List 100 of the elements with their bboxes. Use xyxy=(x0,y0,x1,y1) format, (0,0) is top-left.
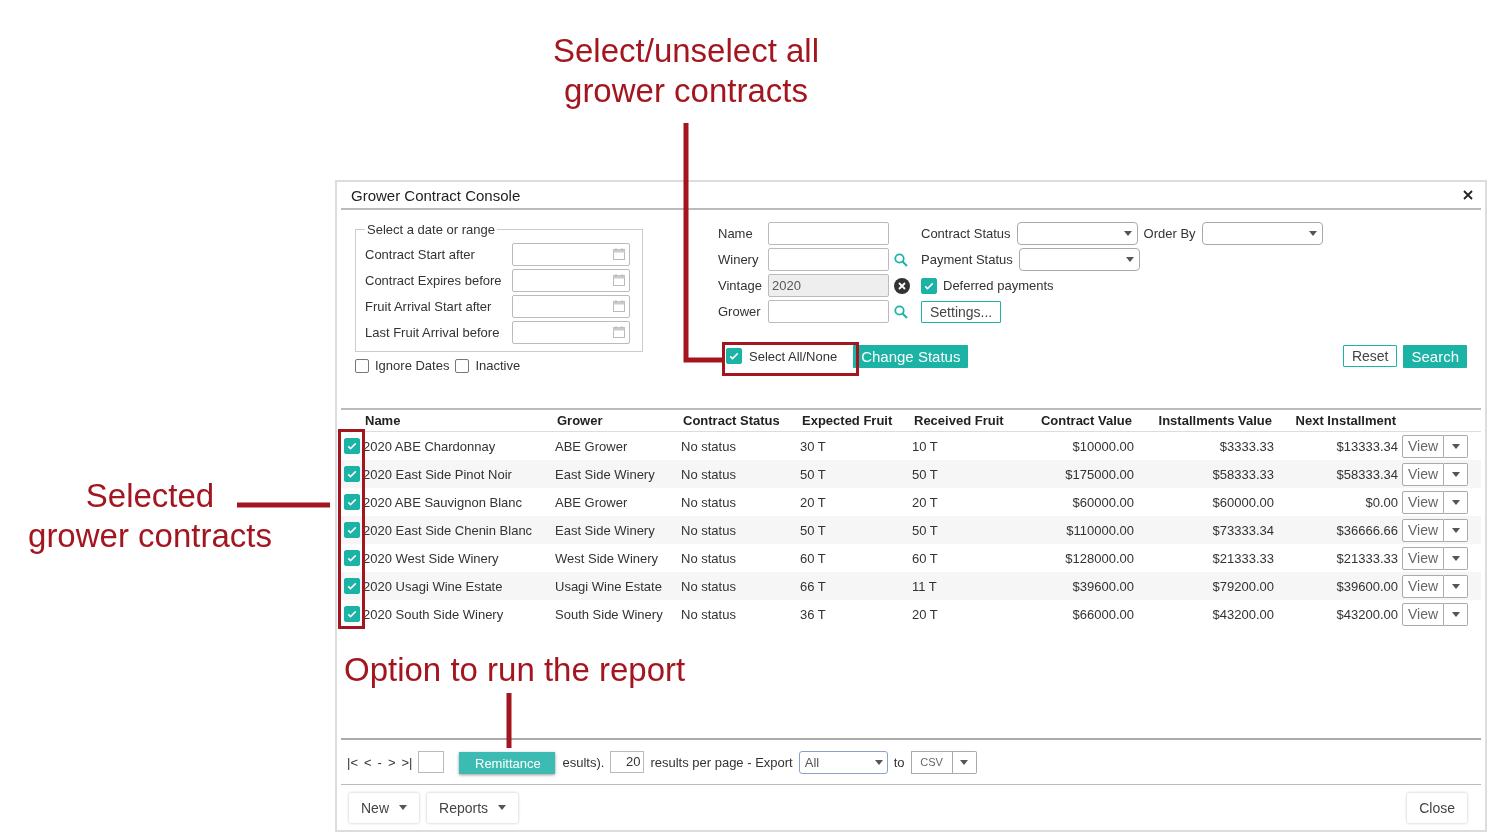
row-checkbox[interactable] xyxy=(344,606,360,622)
table-cell-text: No status xyxy=(681,606,737,622)
table-cell-text: No status xyxy=(681,522,737,538)
column-header: Contract Value xyxy=(1039,413,1133,428)
dropdown-button[interactable] xyxy=(1444,434,1469,458)
row-checkbox[interactable] xyxy=(344,438,360,454)
dropdown-button[interactable] xyxy=(1444,602,1469,626)
select-all-checkbox[interactable] xyxy=(726,348,742,364)
table-cell-text: 2020 West Side Winery xyxy=(363,550,500,566)
close-icon[interactable] xyxy=(1463,190,1473,200)
close-button[interactable]: Close xyxy=(1407,792,1467,823)
table-cell-text: $73333.34 xyxy=(1211,522,1275,538)
pager-control[interactable]: < xyxy=(363,754,372,770)
table-cell-text: 2020 South Side Winery xyxy=(363,606,505,622)
dropdown[interactable] xyxy=(1018,248,1140,271)
column-header: Expected Fruit xyxy=(801,413,894,428)
date-field[interactable] xyxy=(512,242,630,266)
text-field[interactable]: 2020 xyxy=(768,274,889,297)
date-field[interactable] xyxy=(512,320,630,344)
table-cell-text: $21333.33 xyxy=(1335,550,1399,566)
pager-control[interactable]: >| xyxy=(401,754,413,770)
row-checkbox[interactable] xyxy=(344,578,360,594)
view-button[interactable]: View xyxy=(1402,574,1445,598)
field-label: Winery xyxy=(718,252,760,267)
callout-text: Option to run the report xyxy=(344,650,686,690)
table-cell-text: $21333.33 xyxy=(1211,550,1275,566)
checkbox[interactable] xyxy=(921,277,937,294)
calendar-icon xyxy=(613,326,625,338)
column-header: Contract Status xyxy=(682,413,781,428)
table-cell-text: $43200.00 xyxy=(1211,606,1275,622)
view-button[interactable]: View xyxy=(1402,602,1445,626)
date-field[interactable] xyxy=(512,294,630,318)
checkbox[interactable] xyxy=(355,358,369,373)
search-icon[interactable] xyxy=(894,304,908,319)
caret-icon xyxy=(1123,231,1132,236)
check-icon xyxy=(346,524,358,536)
dropdown-button[interactable] xyxy=(1444,518,1469,542)
format-dropdown[interactable]: CSV xyxy=(910,750,953,774)
page-field[interactable] xyxy=(418,751,445,773)
table-cell-text: 60 T xyxy=(912,550,939,566)
view-button[interactable]: View xyxy=(1402,462,1445,486)
search-icon[interactable] xyxy=(894,252,908,267)
row-checkbox[interactable] xyxy=(344,466,360,482)
table-cell-text: 50 T xyxy=(912,466,939,482)
field-label: Fruit Arrival Start after xyxy=(365,298,493,314)
table-cell-text: ABE Grower xyxy=(555,494,629,510)
table-cell-text: $66000.00 xyxy=(1071,606,1135,622)
dropdown-button[interactable] xyxy=(1444,546,1469,570)
table-cell-text: 20 T xyxy=(912,606,939,622)
row-checkbox[interactable] xyxy=(344,522,360,538)
caret-icon xyxy=(1451,527,1460,533)
view-button[interactable]: View xyxy=(1402,490,1445,514)
dropdown-button[interactable] xyxy=(952,750,977,774)
dropdown[interactable] xyxy=(1016,222,1138,245)
table-cell-text: $39600.00 xyxy=(1071,578,1135,594)
calendar-icon xyxy=(613,300,625,312)
export-dropdown[interactable]: All xyxy=(798,750,888,774)
per-page-field[interactable]: 20 xyxy=(610,751,645,773)
text-field[interactable] xyxy=(768,300,889,323)
clear-icon[interactable] xyxy=(894,277,910,294)
table-cell-text: South Side Winery xyxy=(555,606,664,622)
table-cell-text: 11 T xyxy=(912,578,938,594)
dropdown-button[interactable] xyxy=(1444,490,1469,514)
dropdown-button[interactable] xyxy=(1444,574,1469,598)
settings-button[interactable]: Settings... xyxy=(921,300,1002,323)
checkbox[interactable] xyxy=(455,358,470,373)
table-cell-text: 20 T xyxy=(912,494,939,510)
checkbox-label: Deferred payments xyxy=(943,278,1054,293)
view-button[interactable]: View xyxy=(1402,546,1445,570)
table-cell-text: 30 T xyxy=(800,438,827,454)
check-icon xyxy=(346,580,358,592)
table-cell-text: No status xyxy=(681,466,737,482)
menu-button[interactable]: Reports xyxy=(427,792,519,823)
table-cell-text: $175000.00 xyxy=(1064,466,1135,482)
pager-control[interactable]: > xyxy=(387,754,396,770)
pager-control[interactable]: - xyxy=(377,754,382,770)
column-header: Next Installment xyxy=(1294,413,1397,428)
window-title: Grower Contract Console xyxy=(351,186,521,204)
caret-icon xyxy=(874,759,883,765)
reset-button[interactable]: Reset xyxy=(1342,345,1398,367)
menu-button[interactable]: New xyxy=(349,792,419,823)
caret-icon xyxy=(960,759,969,765)
date-field[interactable] xyxy=(512,268,630,292)
checkbox-label: Select All/None xyxy=(749,348,838,364)
to-text: to xyxy=(893,754,905,770)
view-button[interactable]: View xyxy=(1402,434,1445,458)
caret-icon xyxy=(1451,583,1460,589)
pager-control[interactable]: |< xyxy=(347,754,358,770)
per-page-text: results per page - Export xyxy=(650,754,793,770)
view-button[interactable]: View xyxy=(1402,518,1445,542)
dropdown[interactable] xyxy=(1201,222,1323,245)
text-field[interactable] xyxy=(768,248,889,271)
table-cell-text: 2020 East Side Pinot Noir xyxy=(363,466,513,482)
text-field[interactable] xyxy=(768,222,889,245)
row-checkbox[interactable] xyxy=(344,494,360,510)
table-cell-text: No status xyxy=(681,438,737,454)
dropdown-button[interactable] xyxy=(1444,462,1469,486)
check-icon xyxy=(346,552,358,564)
row-checkbox[interactable] xyxy=(344,550,360,566)
field-label: Last Fruit Arrival before xyxy=(365,324,501,340)
